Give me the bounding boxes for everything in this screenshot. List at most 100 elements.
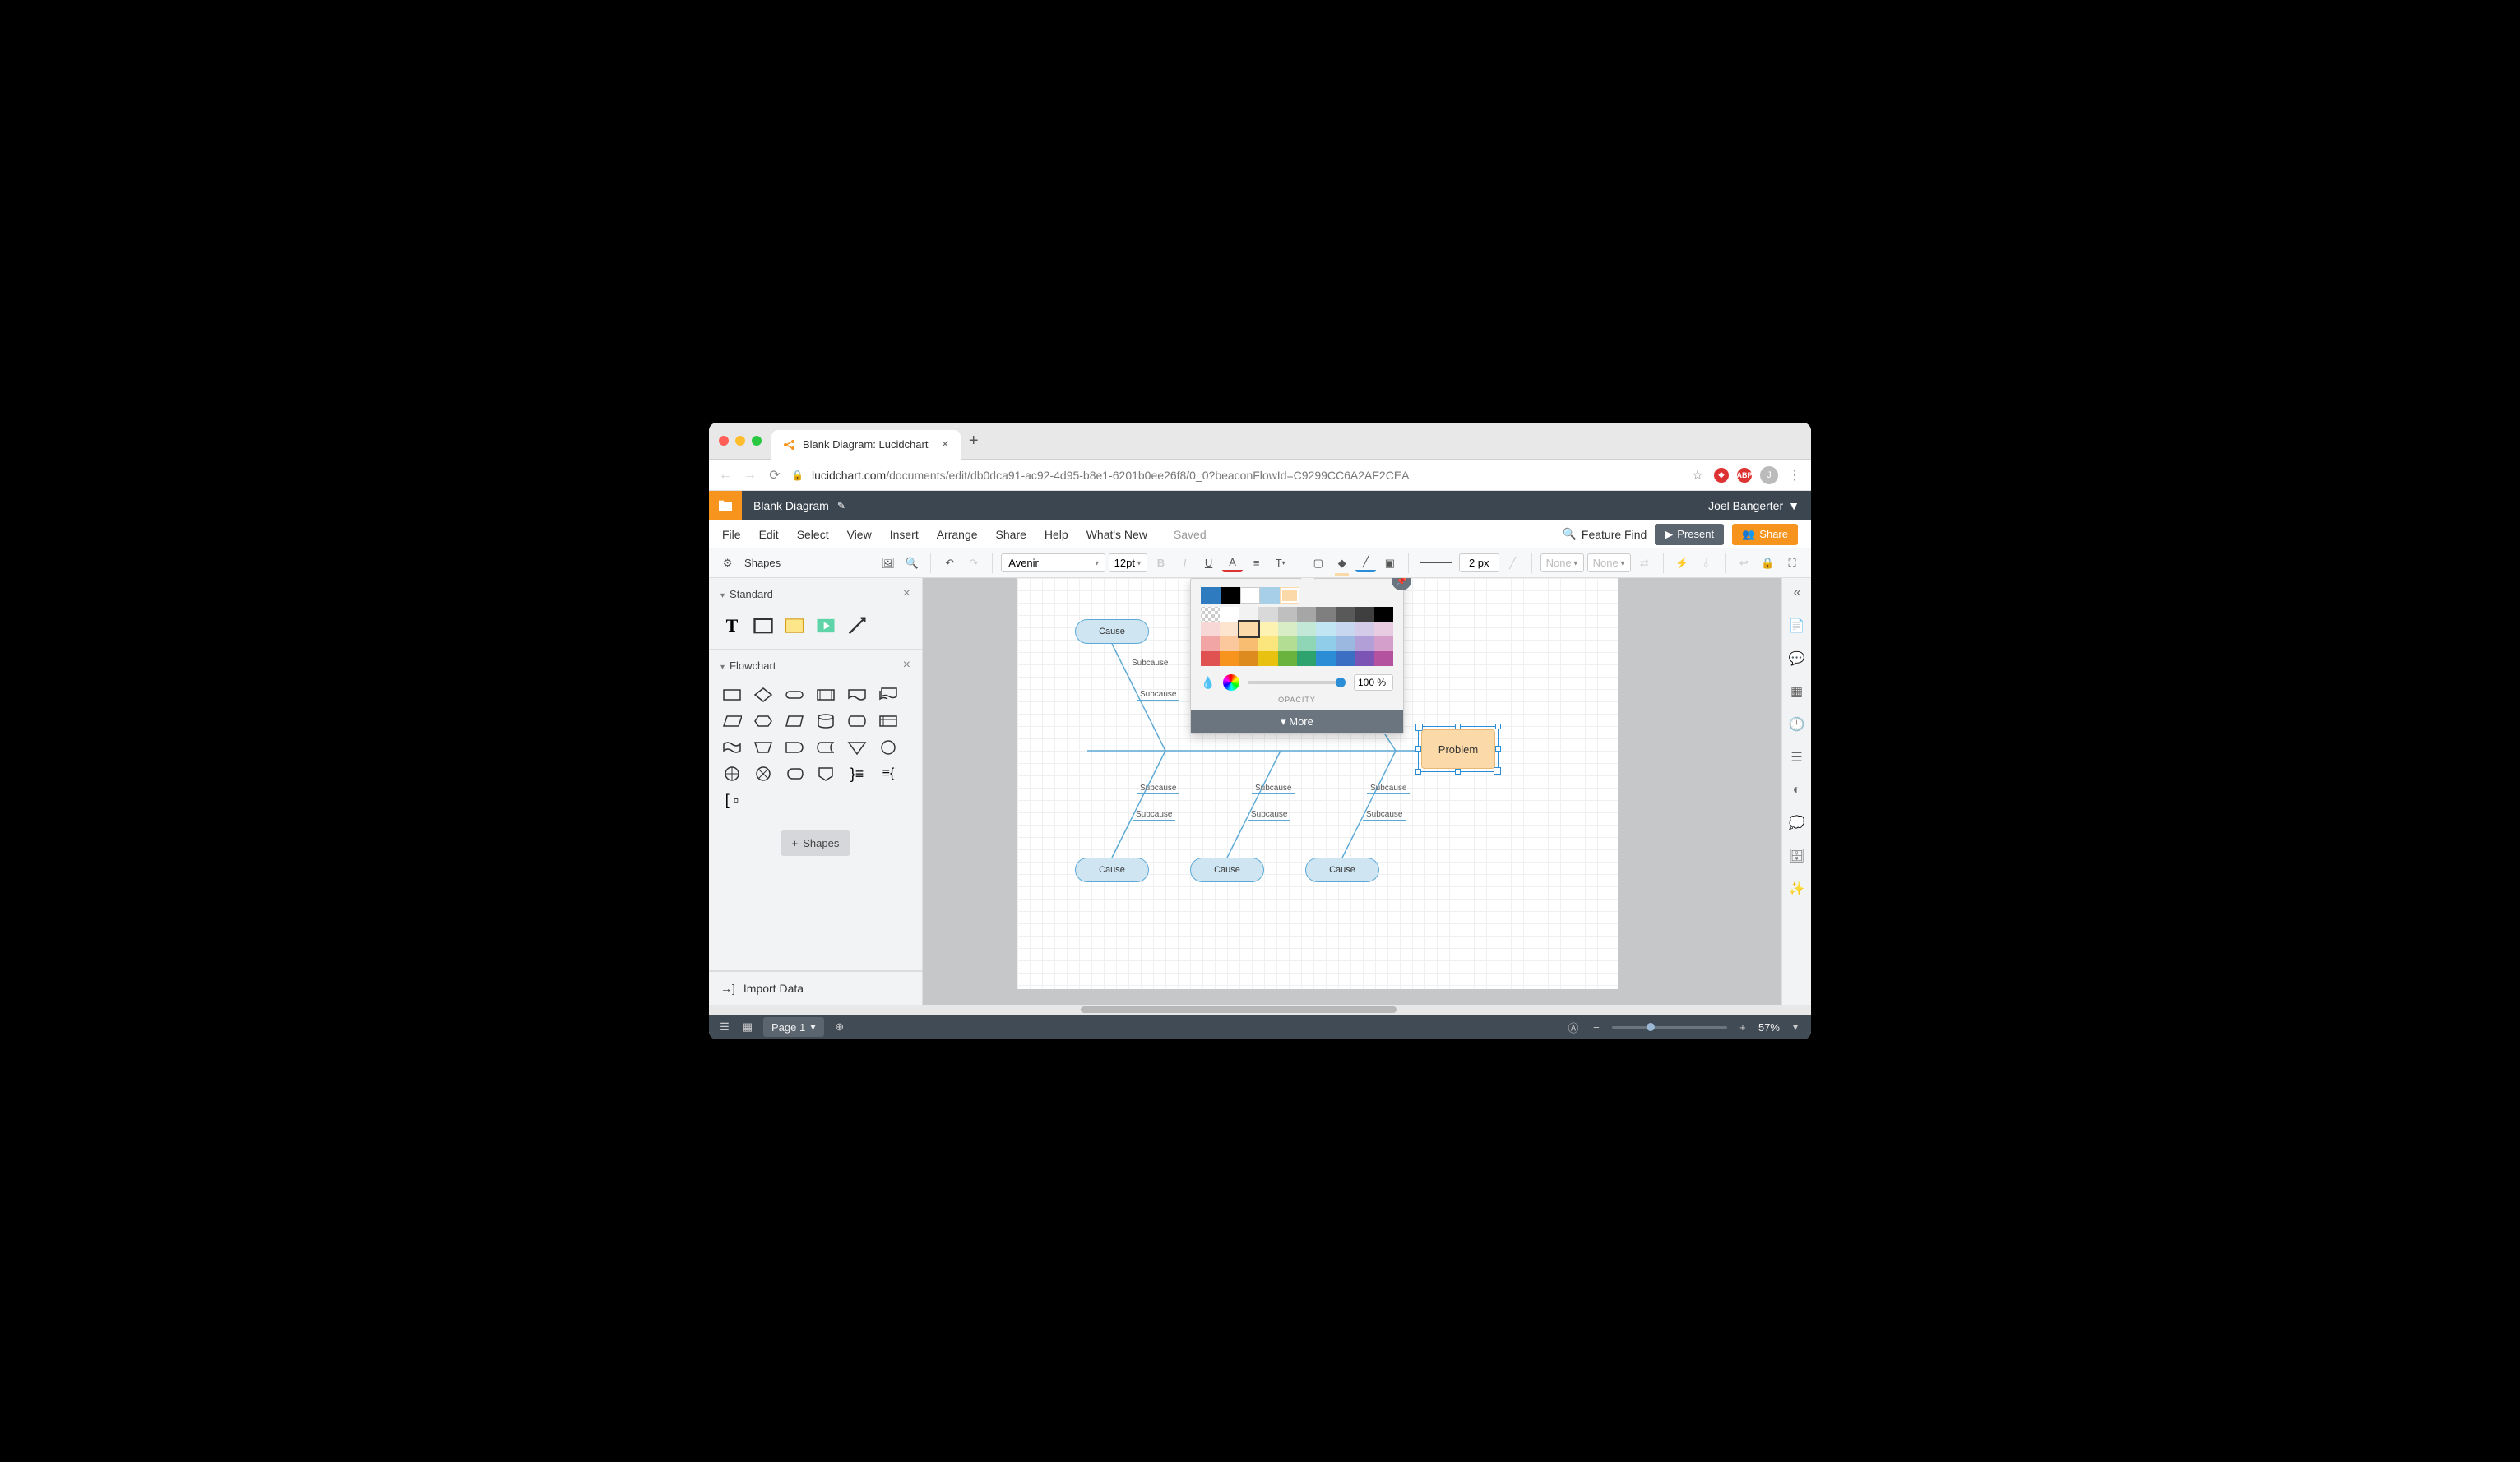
palette-swatch[interactable]: [1336, 607, 1355, 622]
subcause-label[interactable]: Subcause: [1248, 810, 1290, 821]
palette-swatch[interactable]: [1239, 651, 1258, 666]
menu-insert[interactable]: Insert: [890, 528, 919, 541]
new-tab-button[interactable]: +: [969, 432, 979, 451]
subcause-label[interactable]: Subcause: [1137, 784, 1179, 794]
brace-shape[interactable]: }≡: [845, 765, 869, 783]
palette-swatch[interactable]: [1278, 636, 1297, 651]
document-shape[interactable]: [845, 686, 869, 704]
magnet-icon[interactable]: ⫰: [1696, 553, 1716, 574]
database-shape[interactable]: [814, 712, 837, 730]
lock-button[interactable]: 🔒: [1758, 553, 1778, 574]
opacity-slider[interactable]: [1248, 681, 1346, 684]
page-selector[interactable]: Page 1 ▾: [763, 1017, 824, 1037]
recent-swatch-selected[interactable]: [1280, 587, 1299, 604]
italic-button[interactable]: I: [1174, 553, 1195, 574]
menu-select[interactable]: Select: [797, 528, 829, 541]
forward-button[interactable]: →: [742, 468, 758, 483]
data-shape[interactable]: [720, 712, 743, 730]
rect-shape[interactable]: [752, 614, 775, 637]
feature-find[interactable]: 🔍 Feature Find: [1562, 527, 1647, 541]
data-icon[interactable]: 🗄: [1789, 848, 1805, 864]
palette-swatch[interactable]: [1278, 651, 1297, 666]
merge-shape[interactable]: [845, 738, 869, 756]
palette-swatch[interactable]: [1201, 636, 1220, 651]
recent-swatch[interactable]: [1240, 587, 1260, 604]
problem-node[interactable]: Problem: [1421, 729, 1495, 769]
parallelogram-shape[interactable]: [783, 712, 806, 730]
line-width-input[interactable]: 2 px: [1459, 553, 1499, 572]
palette-swatch[interactable]: [1220, 651, 1239, 666]
profile-avatar[interactable]: J: [1760, 466, 1778, 484]
cause-node[interactable]: Cause: [1305, 858, 1379, 882]
palette-swatch[interactable]: [1220, 636, 1239, 651]
layers-icon[interactable]: ☰: [1789, 749, 1805, 766]
border-color-button[interactable]: ╱: [1355, 554, 1376, 572]
zoom-level[interactable]: 57%: [1758, 1021, 1780, 1034]
recent-swatch[interactable]: [1221, 587, 1240, 604]
abp-icon[interactable]: ABP: [1737, 468, 1752, 483]
multidoc-shape[interactable]: [877, 686, 900, 704]
color-wheel-icon[interactable]: [1223, 674, 1239, 691]
menu-whats-new[interactable]: What's New: [1086, 528, 1147, 541]
note-brace-shape[interactable]: ≡{: [877, 765, 900, 783]
revert-icon[interactable]: ↩: [1734, 553, 1754, 574]
bracket-shape[interactable]: [ ▫: [720, 791, 743, 809]
import-data-button[interactable]: →] Import Data: [709, 971, 922, 1005]
swap-icon[interactable]: ⇄: [1634, 553, 1655, 574]
canvas-page[interactable]: Cause Cause Cause Cause Subcause Subcaus…: [1017, 578, 1618, 989]
url-field[interactable]: lucidchart.com/documents/edit/db0dca91-a…: [812, 469, 1681, 482]
palette-swatch[interactable]: [1258, 607, 1277, 622]
palette-swatch[interactable]: [1374, 607, 1393, 622]
back-button[interactable]: ←: [717, 468, 734, 483]
palette-swatch[interactable]: [1258, 636, 1277, 651]
menu-view[interactable]: View: [847, 528, 872, 541]
cause-node[interactable]: Cause: [1075, 858, 1149, 882]
magic-icon[interactable]: ✨: [1789, 881, 1805, 897]
document-title[interactable]: Blank Diagram ✎: [742, 499, 857, 512]
fullscreen-icon[interactable]: ⛶: [1781, 553, 1803, 574]
bold-button[interactable]: B: [1151, 553, 1171, 574]
accessibility-icon[interactable]: Ⓐ: [1566, 1020, 1581, 1034]
action-icon[interactable]: ⚡: [1672, 553, 1693, 574]
summing-shape[interactable]: [752, 765, 775, 783]
or-shape[interactable]: [720, 765, 743, 783]
more-colors-button[interactable]: ▾ More: [1191, 710, 1403, 733]
palette-swatch[interactable]: [1336, 636, 1355, 651]
recent-swatch[interactable]: [1201, 587, 1221, 604]
close-section-icon[interactable]: ×: [903, 586, 910, 601]
palette-swatch[interactable]: [1374, 636, 1393, 651]
decision-shape[interactable]: [752, 686, 775, 704]
recent-swatch[interactable]: [1260, 587, 1280, 604]
offpage-shape[interactable]: [814, 765, 837, 783]
hotspot-shape[interactable]: [814, 614, 837, 637]
user-menu[interactable]: Joel Bangerter▼: [1697, 499, 1811, 512]
subcause-label[interactable]: Subcause: [1128, 659, 1171, 669]
gear-icon[interactable]: ⚙: [717, 553, 738, 574]
chat-icon[interactable]: 💭: [1789, 815, 1805, 831]
menu-arrange[interactable]: Arrange: [937, 528, 978, 541]
display-shape[interactable]: [783, 765, 806, 783]
palette-swatch[interactable]: [1201, 651, 1220, 666]
minimize-window[interactable]: [735, 436, 745, 446]
manualop-shape[interactable]: [752, 738, 775, 756]
palette-swatch[interactable]: [1297, 607, 1316, 622]
zoom-slider[interactable]: [1612, 1026, 1727, 1029]
eyedropper-icon[interactable]: 💧: [1201, 676, 1215, 690]
collapse-rail-icon[interactable]: »: [1789, 585, 1805, 601]
papertape-shape[interactable]: [720, 738, 743, 756]
share-button[interactable]: 👥 Share: [1732, 524, 1798, 545]
line-color-button[interactable]: ╱: [1503, 553, 1523, 574]
standard-section-header[interactable]: Standard ×: [709, 578, 922, 609]
delay-shape[interactable]: [783, 738, 806, 756]
flowchart-section-header[interactable]: Flowchart ×: [709, 650, 922, 681]
shape-options-button[interactable]: ▣: [1379, 553, 1400, 574]
palette-swatch[interactable]: [1239, 607, 1258, 622]
palette-swatch[interactable]: [1278, 607, 1297, 622]
present-button[interactable]: ▶ Present: [1655, 524, 1724, 545]
palette-swatch[interactable]: [1201, 607, 1220, 622]
menu-file[interactable]: File: [722, 528, 741, 541]
palette-swatch[interactable]: [1316, 607, 1335, 622]
line-tool[interactable]: [845, 614, 869, 637]
internalstorage-shape[interactable]: [877, 712, 900, 730]
reload-button[interactable]: ⟳: [767, 467, 783, 483]
